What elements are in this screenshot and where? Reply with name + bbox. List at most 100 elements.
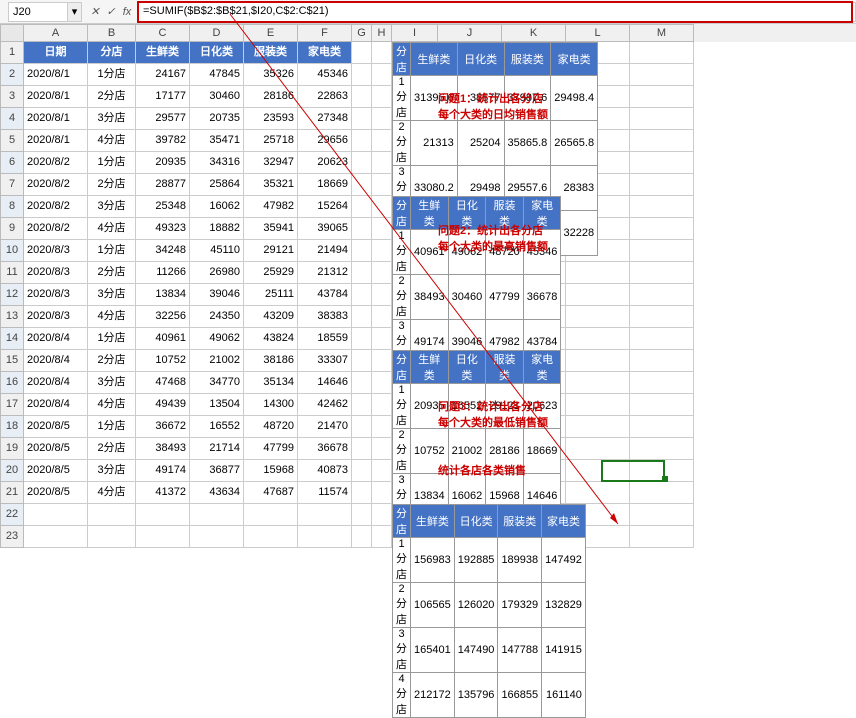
cell[interactable]: 25864 [190,174,244,196]
table-cell[interactable]: 29498.4 [551,76,598,121]
table-cell[interactable]: 16552 [448,384,486,429]
cell[interactable]: 分店 [88,42,136,64]
cell[interactable]: 3分店 [88,284,136,306]
cell[interactable]: 2020/8/4 [24,350,88,372]
cell[interactable]: 20935 [136,152,190,174]
cell[interactable] [372,394,392,416]
cell[interactable]: 15968 [244,460,298,482]
cell[interactable] [630,152,694,174]
cell[interactable] [88,526,136,548]
cell[interactable] [372,284,392,306]
cell[interactable] [372,130,392,152]
cell[interactable]: 4分店 [88,394,136,416]
fill-handle[interactable] [662,476,668,482]
cell[interactable]: 2020/8/1 [24,86,88,108]
cell[interactable] [352,152,372,174]
cell[interactable]: 17177 [136,86,190,108]
cell[interactable]: 45110 [190,240,244,262]
cell[interactable]: 4分店 [88,218,136,240]
cell[interactable]: 35326 [244,64,298,86]
table-cell[interactable]: 4分店 [393,673,411,718]
cell[interactable]: 38493 [136,438,190,460]
cell[interactable] [352,86,372,108]
cell[interactable] [352,372,372,394]
row-header-9[interactable]: 9 [0,218,24,240]
cell[interactable]: 2020/8/3 [24,240,88,262]
cell[interactable]: 29656 [298,130,352,152]
cell[interactable] [630,86,694,108]
table-cell[interactable]: 2分店 [393,275,411,320]
cell[interactable]: 13834 [136,284,190,306]
row-header-7[interactable]: 7 [0,174,24,196]
table-cell[interactable]: 40961 [411,230,449,275]
table-cell[interactable]: 38577 [457,76,504,121]
cell[interactable]: 36678 [298,438,352,460]
cancel-icon[interactable]: ✕ [88,5,102,19]
cell[interactable]: 15264 [298,196,352,218]
table-cell[interactable]: 141915 [542,628,586,673]
cell[interactable] [372,482,392,504]
col-header-E[interactable]: E [244,24,298,42]
cell[interactable]: 2020/8/1 [24,64,88,86]
row-header-4[interactable]: 4 [0,108,24,130]
table-cell[interactable]: 45346 [523,230,561,275]
cell[interactable] [372,196,392,218]
cell[interactable]: 1分店 [88,64,136,86]
cell[interactable]: 2020/8/4 [24,328,88,350]
table-cell[interactable]: 20623 [523,384,561,429]
cell[interactable] [630,526,694,548]
cell[interactable] [352,460,372,482]
table-cell[interactable]: 1分店 [393,230,411,275]
cell[interactable]: 3分店 [88,460,136,482]
cell[interactable]: 35471 [190,130,244,152]
cell[interactable] [372,306,392,328]
cell[interactable]: 14300 [244,394,298,416]
row-header-14[interactable]: 14 [0,328,24,350]
cell[interactable] [190,504,244,526]
cell[interactable]: 47982 [244,196,298,218]
cell[interactable] [630,42,694,64]
col-header-G[interactable]: G [352,24,372,42]
cell[interactable] [190,526,244,548]
cell[interactable]: 11266 [136,262,190,284]
row-header-16[interactable]: 16 [0,372,24,394]
cell[interactable]: 3分店 [88,196,136,218]
cell[interactable]: 家电类 [298,42,352,64]
cell[interactable] [630,64,694,86]
table-cell[interactable]: 135796 [454,673,498,718]
cell[interactable]: 43824 [244,328,298,350]
row-header-8[interactable]: 8 [0,196,24,218]
cell[interactable]: 43634 [190,482,244,504]
row-header-20[interactable]: 20 [0,460,24,482]
cell[interactable] [566,306,630,328]
cell[interactable] [372,218,392,240]
cell[interactable]: 29577 [136,108,190,130]
table-cell[interactable]: 192885 [454,538,498,583]
cell[interactable]: 16062 [190,196,244,218]
cell[interactable]: 2020/8/3 [24,262,88,284]
cell[interactable] [352,174,372,196]
col-header-H[interactable]: H [372,24,392,42]
cell[interactable]: 32947 [244,152,298,174]
name-box[interactable] [8,2,68,22]
cell[interactable]: 1分店 [88,240,136,262]
cell[interactable] [352,196,372,218]
row-header-21[interactable]: 21 [0,482,24,504]
row-header-1[interactable]: 1 [0,42,24,64]
cell[interactable]: 28877 [136,174,190,196]
cell[interactable] [352,240,372,262]
table-cell[interactable]: 147490 [454,628,498,673]
cell[interactable]: 1分店 [88,416,136,438]
cell[interactable]: 10752 [136,350,190,372]
table-cell[interactable]: 25204 [457,121,504,166]
cell[interactable]: 39065 [298,218,352,240]
row-header-23[interactable]: 23 [0,526,24,548]
cell[interactable]: 49323 [136,218,190,240]
cell[interactable] [244,526,298,548]
cell[interactable]: 36672 [136,416,190,438]
cell[interactable]: 3分店 [88,372,136,394]
cell[interactable] [566,262,630,284]
cell[interactable] [630,394,694,416]
col-header-M[interactable]: M [630,24,694,42]
cell[interactable]: 35321 [244,174,298,196]
